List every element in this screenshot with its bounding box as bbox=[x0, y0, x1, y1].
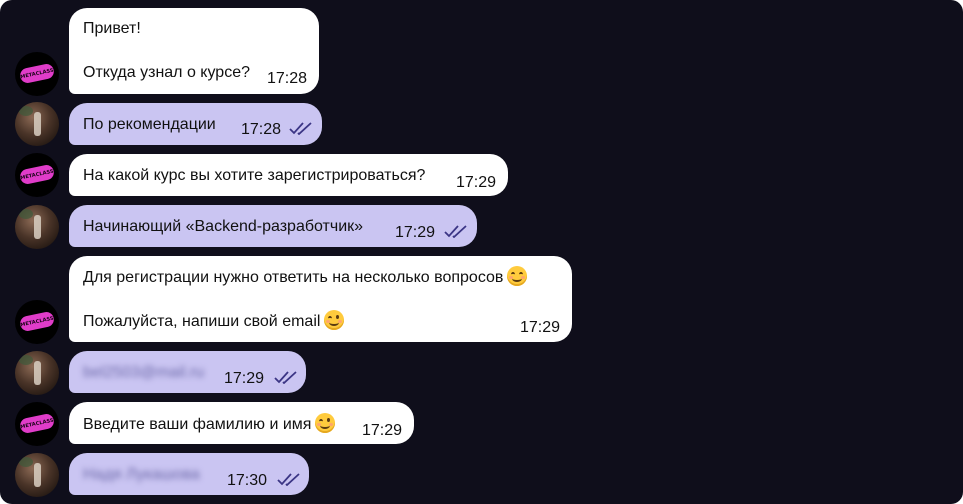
message-text-redacted: bel2503@mail.ru bbox=[83, 364, 205, 381]
message-time: 17:30 bbox=[227, 472, 268, 489]
bot-avatar[interactable]: METACLASS bbox=[15, 153, 59, 197]
message-bubble-outgoing[interactable]: Начинающий «Backend-разработчик» 17:29 bbox=[69, 205, 477, 247]
message-time: 17:29 bbox=[362, 422, 403, 439]
message-text: Откуда узнал о курсе? bbox=[83, 64, 250, 81]
user-avatar[interactable] bbox=[15, 453, 59, 497]
avatar-photo-figure bbox=[34, 215, 41, 239]
avatar-photo-figure bbox=[34, 112, 41, 136]
brand-logo-text: METACLASS bbox=[19, 168, 55, 181]
message-time: 17:29 bbox=[224, 370, 265, 387]
read-receipt-icon bbox=[277, 473, 300, 486]
avatar-photo-figure bbox=[34, 361, 41, 385]
message-time: 17:29 bbox=[456, 174, 497, 191]
message-time: 17:28 bbox=[267, 70, 308, 87]
brand-logo-text: METACLASS bbox=[19, 315, 55, 328]
message-line: Введите ваши фамилию и имя bbox=[83, 416, 312, 433]
brand-logo-text: METACLASS bbox=[19, 67, 55, 80]
bot-avatar[interactable]: METACLASS bbox=[15, 402, 59, 446]
message-bubble-outgoing[interactable]: Надя Лукашова 17:30 bbox=[69, 453, 309, 495]
message-text: Для регистрации нужно ответить на нескол… bbox=[83, 266, 528, 289]
read-receipt-icon bbox=[289, 122, 312, 135]
message-line: Пожалуйста, напиши свой email bbox=[83, 313, 321, 330]
message-text: По рекомендации bbox=[83, 116, 216, 133]
message-text: Введите ваши фамилию и имя bbox=[83, 413, 336, 436]
avatar-photo-figure bbox=[34, 463, 41, 487]
bot-avatar[interactable]: METACLASS bbox=[15, 300, 59, 344]
winking-face-icon bbox=[315, 413, 336, 433]
message-text-redacted: Надя Лукашова bbox=[83, 466, 200, 483]
avatar-photo-detail bbox=[19, 106, 33, 116]
message-time: 17:29 bbox=[395, 224, 436, 241]
message-time: 17:29 bbox=[520, 319, 561, 336]
message-bubble-incoming[interactable]: Для регистрации нужно ответить на нескол… bbox=[69, 256, 572, 342]
brand-logo-text: METACLASS bbox=[19, 417, 55, 430]
winking-face-icon bbox=[324, 310, 345, 330]
message-bubble-incoming[interactable]: На какой курс вы хотите зарегистрировать… bbox=[69, 154, 508, 196]
user-avatar[interactable] bbox=[15, 351, 59, 395]
read-receipt-icon bbox=[274, 371, 297, 384]
avatar-photo-detail bbox=[19, 355, 33, 365]
message-line: Для регистрации нужно ответить на нескол… bbox=[83, 269, 504, 286]
user-avatar[interactable] bbox=[15, 205, 59, 249]
message-text: Привет! bbox=[83, 20, 141, 37]
chat-window: METACLASS Привет! Откуда узнал о курсе? … bbox=[0, 0, 963, 504]
message-text: Начинающий «Backend-разработчик» bbox=[83, 218, 364, 235]
message-text: Пожалуйста, напиши свой email bbox=[83, 310, 345, 333]
read-receipt-icon bbox=[444, 225, 467, 238]
message-bubble-incoming[interactable]: Привет! Откуда узнал о курсе? 17:28 bbox=[69, 8, 319, 94]
message-text: На какой курс вы хотите зарегистрировать… bbox=[83, 167, 426, 184]
message-bubble-outgoing[interactable]: bel2503@mail.ru 17:29 bbox=[69, 351, 306, 393]
avatar-photo-detail bbox=[19, 209, 33, 219]
message-time: 17:28 bbox=[241, 121, 282, 138]
user-avatar[interactable] bbox=[15, 102, 59, 146]
message-bubble-outgoing[interactable]: По рекомендации 17:28 bbox=[69, 103, 322, 145]
smiling-face-icon bbox=[507, 266, 528, 286]
bot-avatar[interactable]: METACLASS bbox=[15, 52, 59, 96]
message-bubble-incoming[interactable]: Введите ваши фамилию и имя 17:29 bbox=[69, 402, 414, 444]
avatar-photo-detail bbox=[19, 457, 33, 467]
